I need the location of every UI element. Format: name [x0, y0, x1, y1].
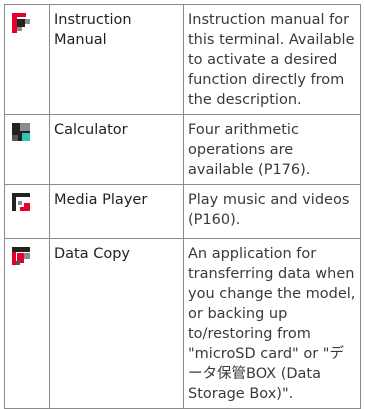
page: Instruction Manual Instruction manual fo… [0, 0, 365, 409]
description-cell: An application for transferring data whe… [183, 238, 361, 409]
app-table: Instruction Manual Instruction manual fo… [4, 4, 361, 409]
table-row: Data Copy An application for transferrin… [4, 238, 361, 409]
app-description: Four arithmetic operations are available… [188, 122, 311, 178]
app-name: Media Player [54, 192, 148, 208]
calculator-icon [12, 123, 30, 141]
table-row: Instruction Manual Instruction manual fo… [4, 4, 361, 115]
description-cell: Play music and videos (P160). [183, 184, 361, 239]
table-row: Media Player Play music and videos (P160… [4, 184, 361, 239]
app-description: Instruction manual for this terminal. Av… [188, 12, 355, 108]
description-cell: Four arithmetic operations are available… [183, 114, 361, 185]
instruction-manual-icon [12, 13, 30, 33]
description-cell: Instruction manual for this terminal. Av… [183, 4, 361, 115]
name-cell: Data Copy [49, 238, 184, 409]
app-name: Calculator [54, 122, 128, 138]
data-copy-icon [12, 247, 30, 265]
icon-cell [4, 238, 50, 409]
media-player-icon [12, 193, 30, 211]
app-description: An application for transferring data whe… [188, 246, 356, 402]
table-row: Calculator Four arithmetic operations ar… [4, 114, 361, 185]
app-name: Instruction Manual [54, 12, 132, 48]
icon-cell [4, 184, 50, 239]
app-description: Play music and videos (P160). [188, 192, 350, 228]
icon-cell [4, 4, 50, 115]
icon-cell [4, 114, 50, 185]
app-name: Data Copy [54, 246, 131, 262]
name-cell: Instruction Manual [49, 4, 184, 115]
name-cell: Media Player [49, 184, 184, 239]
name-cell: Calculator [49, 114, 184, 185]
